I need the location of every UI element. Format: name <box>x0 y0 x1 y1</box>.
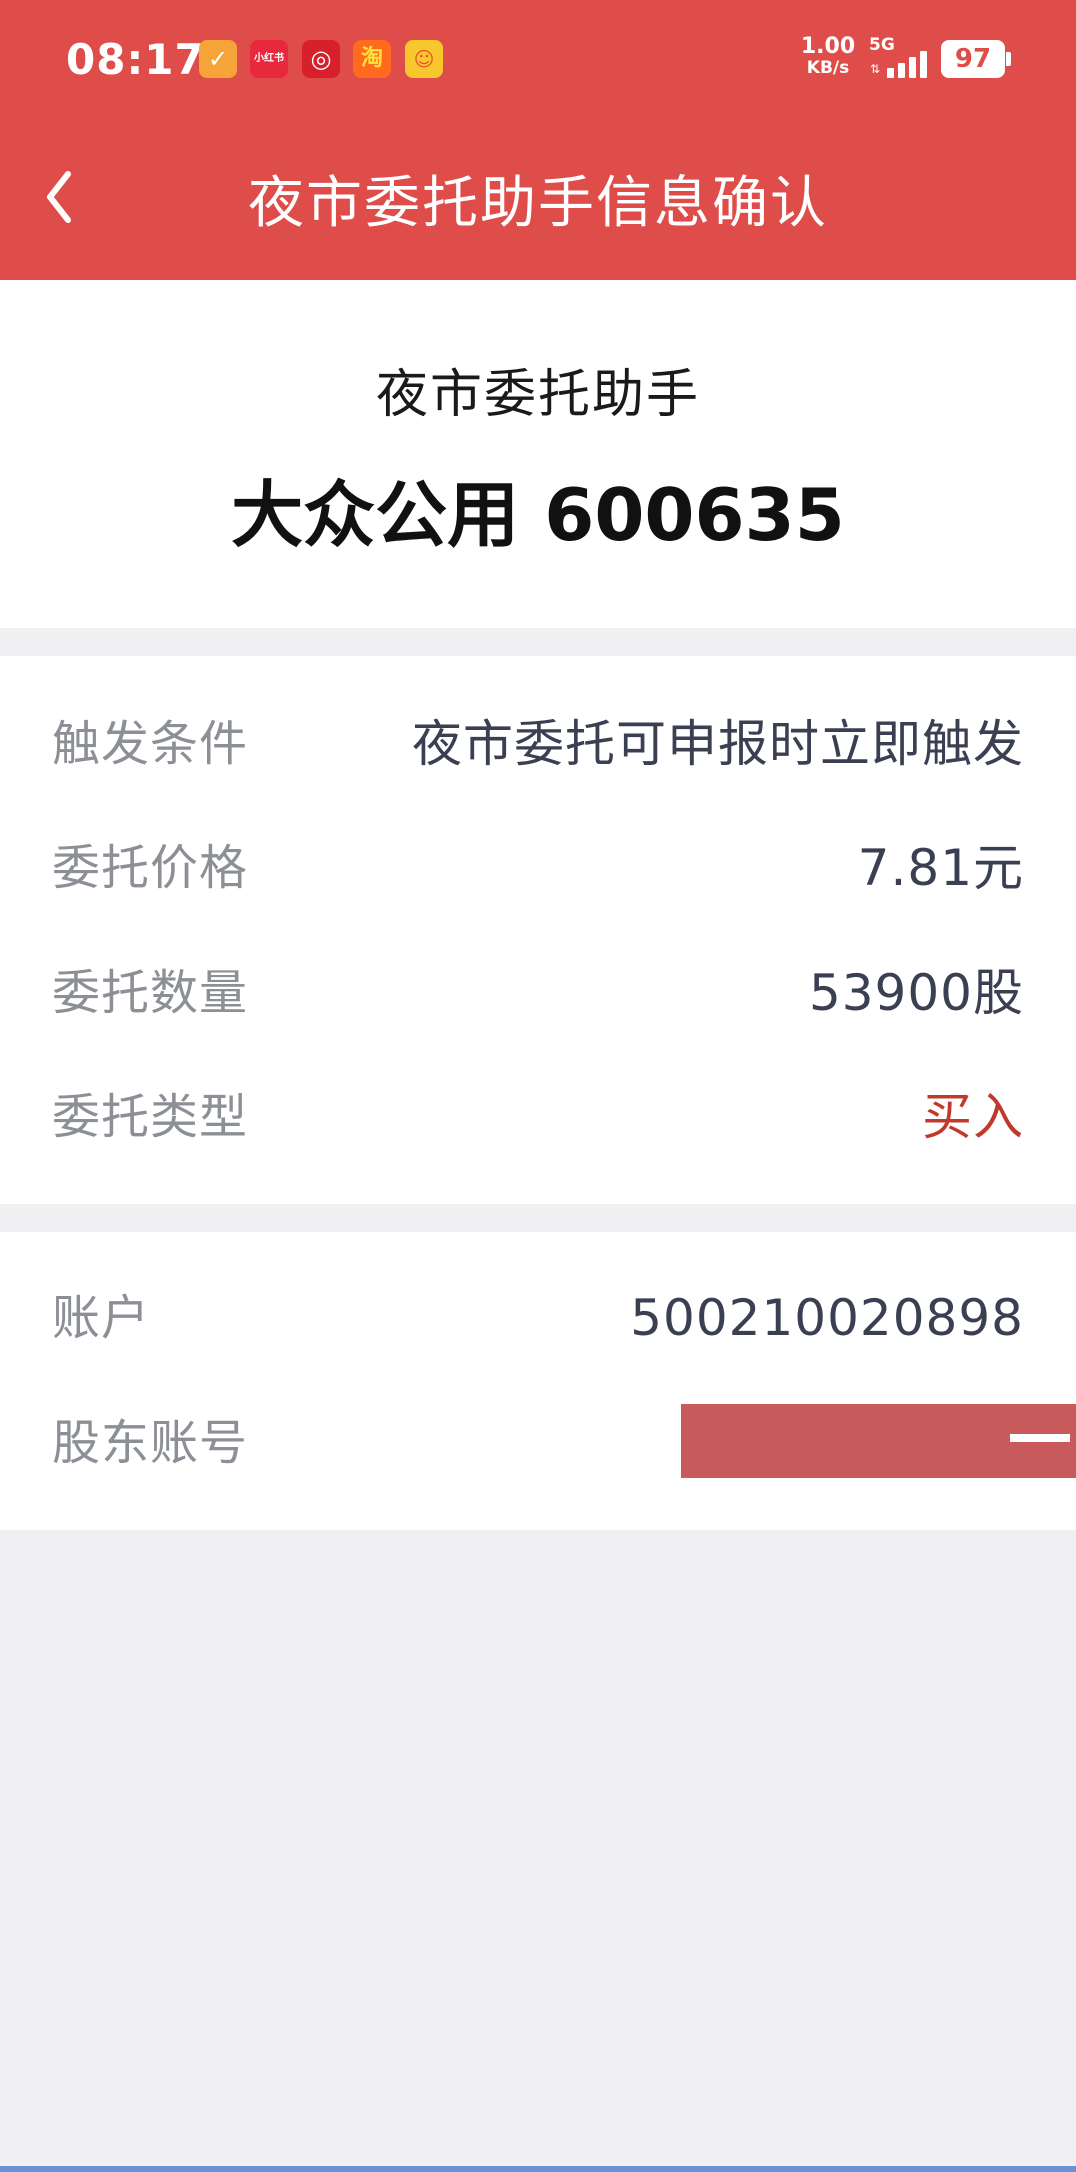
account-value: 500210020898 <box>630 1289 1024 1347</box>
network-speed: 1.00 KB/s <box>800 34 856 79</box>
order-type-row: 委托类型 买入 <box>52 1077 1024 1157</box>
redaction-mark <box>1010 1434 1070 1442</box>
stock-card: 夜市委托助手 大众公用 600635 <box>0 280 1076 628</box>
account-label: 账户 <box>52 1290 151 1346</box>
trigger-condition-label: 触发条件 <box>52 716 249 772</box>
account-row: 账户 500210020898 <box>52 1278 1024 1358</box>
taobao-app-icon: 淘 <box>353 40 391 78</box>
battery-tip <box>1006 52 1011 66</box>
order-quantity-row: 委托数量 53900股 <box>52 953 1024 1033</box>
data-activity-icon: ⇅ <box>870 62 881 76</box>
network-speed-value: 1.00 <box>800 34 856 59</box>
order-details-card: 触发条件 夜市委托可申报时立即触发 委托价格 7.81元 委托数量 53900股… <box>0 656 1076 1204</box>
app-notification-icon: ✓ <box>199 40 237 78</box>
nav-bar: 夜市委托助手信息确认 <box>0 120 1076 280</box>
app-notification-icon: ◎ <box>302 40 340 78</box>
status-bar: 08:17 ✓ 小红书 ◎ 淘 ☺ 1.00 KB/s 5G ⇅ 97 <box>0 0 1076 120</box>
order-type-label: 委托类型 <box>52 1089 249 1145</box>
order-quantity-label: 委托数量 <box>52 965 249 1021</box>
account-card: 账户 500210020898 股东账号 <box>0 1232 1076 1530</box>
status-time: 08:17 <box>66 35 205 84</box>
header: 08:17 ✓ 小红书 ◎ 淘 ☺ 1.00 KB/s 5G ⇅ 97 夜市委托… <box>0 0 1076 280</box>
app-notification-icon: ☺ <box>405 40 443 78</box>
trigger-condition-row: 触发条件 夜市委托可申报时立即触发 <box>52 704 1024 784</box>
order-price-label: 委托价格 <box>52 840 249 896</box>
battery-icon: 97 <box>941 40 1005 78</box>
redaction-overlay <box>681 1404 1076 1478</box>
network-speed-unit: KB/s <box>806 58 850 78</box>
shareholder-account-label: 股东账号 <box>52 1415 249 1471</box>
trigger-condition-value: 夜市委托可申报时立即触发 <box>412 715 1024 773</box>
order-type-value: 买入 <box>922 1088 1024 1146</box>
stock-subtitle: 夜市委托助手 <box>375 365 700 425</box>
bottom-edge-line <box>0 2166 1076 2172</box>
order-price-value: 7.81元 <box>857 839 1024 897</box>
order-quantity-value: 53900股 <box>808 964 1024 1022</box>
page-title: 夜市委托助手信息确认 <box>248 171 828 236</box>
xiaohongshu-app-icon: 小红书 <box>250 40 288 78</box>
signal-strength-icon <box>885 50 931 78</box>
stock-name-code: 大众公用 600635 <box>231 473 845 557</box>
order-price-row: 委托价格 7.81元 <box>52 828 1024 908</box>
